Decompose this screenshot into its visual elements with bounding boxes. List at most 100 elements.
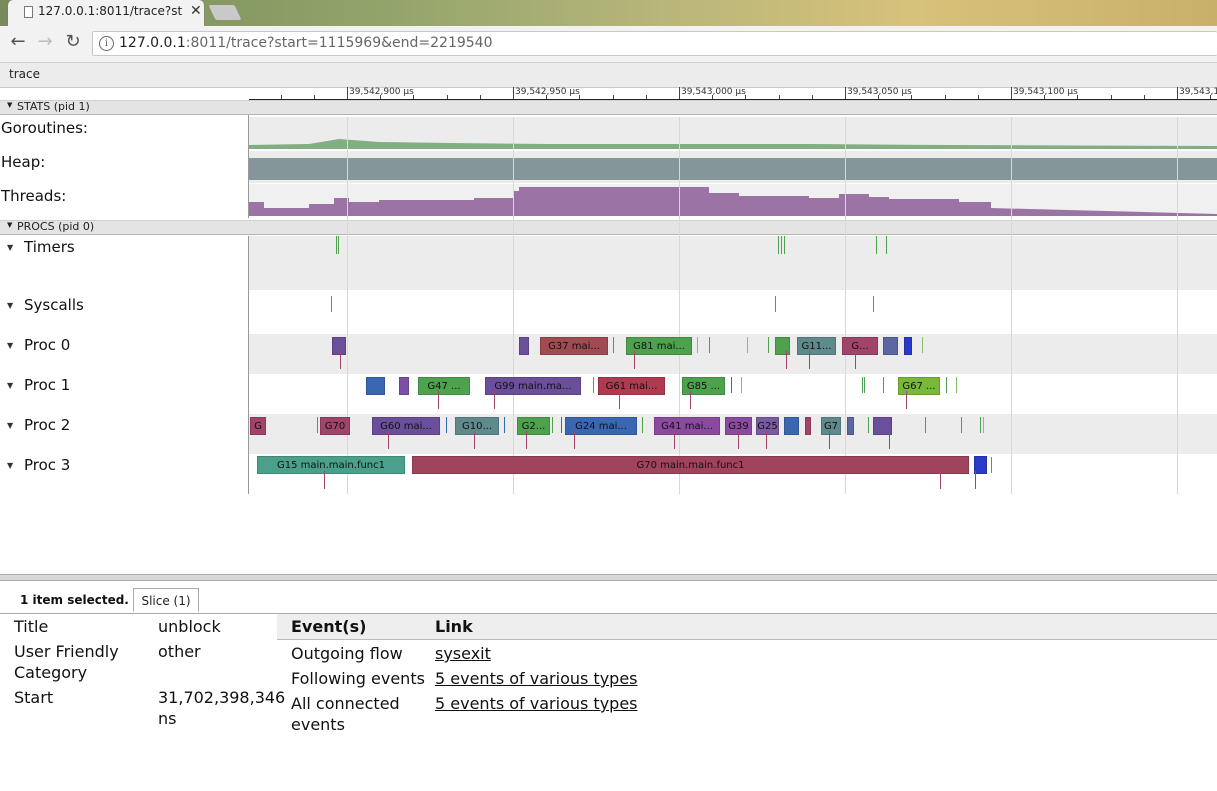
flow-arrow[interactable] (324, 471, 325, 489)
flow-arrow[interactable] (855, 351, 856, 369)
event-marker[interactable] (504, 417, 505, 433)
proc1-slice[interactable]: G85 ... (682, 377, 725, 395)
event-marker[interactable] (868, 417, 869, 433)
flow-arrow[interactable] (975, 471, 976, 489)
timers-track[interactable] (249, 236, 1217, 290)
expand-caret-icon[interactable]: ▼ (7, 301, 13, 310)
proc1-slice[interactable]: G47 ... (418, 377, 470, 395)
proc1-slice[interactable]: G99 main.ma... (485, 377, 581, 395)
event-marker[interactable] (768, 337, 769, 353)
proc3-slice[interactable]: G70 main.main.func1 (412, 456, 969, 474)
event-marker[interactable] (642, 417, 643, 433)
event-marker[interactable] (991, 457, 992, 473)
event-marker[interactable] (613, 337, 614, 353)
event-marker[interactable] (922, 337, 923, 353)
goroutines-track[interactable] (249, 117, 1217, 149)
event-marker[interactable] (886, 236, 887, 254)
expand-caret-icon[interactable]: ▼ (7, 461, 13, 470)
event-marker[interactable] (983, 417, 984, 433)
flow-arrow[interactable] (766, 431, 767, 449)
event-marker[interactable] (331, 296, 332, 312)
event-marker[interactable] (731, 377, 732, 393)
forward-arrow-icon[interactable]: → (34, 31, 56, 52)
expand-caret-icon[interactable]: ▼ (7, 421, 13, 430)
proc0-track[interactable] (249, 334, 1217, 374)
flow-arrow[interactable] (634, 351, 635, 369)
event-marker[interactable] (864, 377, 865, 393)
event-marker[interactable] (883, 377, 884, 393)
proc2-slice[interactable] (784, 417, 799, 435)
proc1-slice[interactable]: G67 ... (898, 377, 940, 395)
proc0-slice[interactable]: G... (842, 337, 878, 355)
flow-arrow[interactable] (474, 431, 475, 449)
event-marker[interactable] (956, 377, 957, 393)
event-marker[interactable] (946, 377, 947, 393)
procs-section-header[interactable]: ▼ PROCS (pid 0) (0, 220, 1217, 235)
event-marker[interactable] (778, 236, 779, 254)
flow-arrow[interactable] (438, 391, 439, 409)
event-marker[interactable] (876, 236, 877, 254)
flow-arrow[interactable] (829, 431, 830, 449)
event-marker[interactable] (741, 377, 742, 393)
proc1-slice[interactable] (399, 377, 409, 395)
event-marker[interactable] (862, 377, 863, 393)
expand-caret-icon[interactable]: ▼ (7, 381, 13, 390)
syscalls-track[interactable] (249, 290, 1217, 334)
event-marker[interactable] (784, 236, 785, 254)
proc2-slice[interactable]: G (250, 417, 266, 435)
flow-arrow[interactable] (388, 431, 389, 449)
flow-arrow[interactable] (738, 431, 739, 449)
browser-tab[interactable]: 127.0.0.1:8011/trace?st ✕ (8, 0, 204, 26)
flow-arrow[interactable] (889, 431, 890, 449)
proc2-slice[interactable]: G24 mai... (565, 417, 637, 435)
proc2-slice[interactable]: G2... (517, 417, 550, 435)
stats-section-header[interactable]: ▼ STATS (pid 1) (0, 100, 1217, 115)
flow-arrow[interactable] (786, 351, 787, 369)
event-marker[interactable] (317, 417, 318, 433)
event-marker[interactable] (697, 337, 698, 353)
link-following-events[interactable]: 5 events of various types (435, 668, 638, 689)
proc2-slice[interactable] (805, 417, 811, 435)
tab-slice[interactable]: Slice (1) (133, 588, 199, 612)
proc2-slice[interactable]: G10... (455, 417, 499, 435)
threads-track[interactable] (249, 184, 1217, 216)
proc0-slice[interactable]: G81 mai... (626, 337, 692, 355)
event-marker[interactable] (709, 337, 710, 353)
flow-arrow[interactable] (809, 351, 810, 369)
event-marker[interactable] (593, 377, 594, 393)
info-icon[interactable]: i (99, 36, 114, 51)
flow-arrow[interactable] (690, 391, 691, 409)
flow-arrow[interactable] (619, 391, 620, 409)
heap-track[interactable] (249, 151, 1217, 183)
proc1-slice[interactable] (366, 377, 385, 395)
proc3-slice[interactable]: G15 main.main.func1 (257, 456, 405, 474)
time-ruler[interactable]: 39,542,900 µs 39,542,950 µs 39,543,000 µs 3… (249, 87, 1217, 100)
proc0-slice[interactable]: G11... (797, 337, 836, 355)
collapse-caret-icon[interactable]: ▼ (7, 101, 12, 109)
reload-icon[interactable]: ↻ (62, 31, 84, 52)
event-marker[interactable] (980, 417, 981, 433)
address-bar[interactable]: i 127.0.0.1:8011/trace?start=1115969&end… (92, 31, 1217, 56)
proc2-slice[interactable]: G41 mai... (654, 417, 720, 435)
proc1-track[interactable] (249, 374, 1217, 414)
new-tab-button[interactable] (208, 5, 242, 20)
event-marker[interactable] (552, 417, 553, 433)
close-tab-icon[interactable]: ✕ (190, 3, 202, 19)
flow-arrow[interactable] (940, 471, 941, 489)
link-all-connected-events[interactable]: 5 events of various types (435, 693, 638, 714)
back-arrow-icon[interactable]: ← (7, 31, 29, 52)
event-marker[interactable] (775, 296, 776, 312)
proc2-slice[interactable]: G60 mai... (372, 417, 440, 435)
proc0-slice[interactable] (904, 337, 912, 355)
event-marker[interactable] (446, 417, 447, 433)
flow-arrow[interactable] (494, 391, 495, 409)
panel-resize-handle[interactable] (0, 574, 1217, 581)
proc0-slice[interactable] (775, 337, 790, 355)
proc2-slice[interactable] (847, 417, 854, 435)
event-marker[interactable] (336, 236, 337, 254)
flow-arrow[interactable] (574, 431, 575, 449)
event-marker[interactable] (561, 417, 562, 433)
proc0-slice[interactable] (883, 337, 898, 355)
proc0-slice[interactable]: G37 mai... (540, 337, 608, 355)
flow-arrow[interactable] (674, 431, 675, 449)
